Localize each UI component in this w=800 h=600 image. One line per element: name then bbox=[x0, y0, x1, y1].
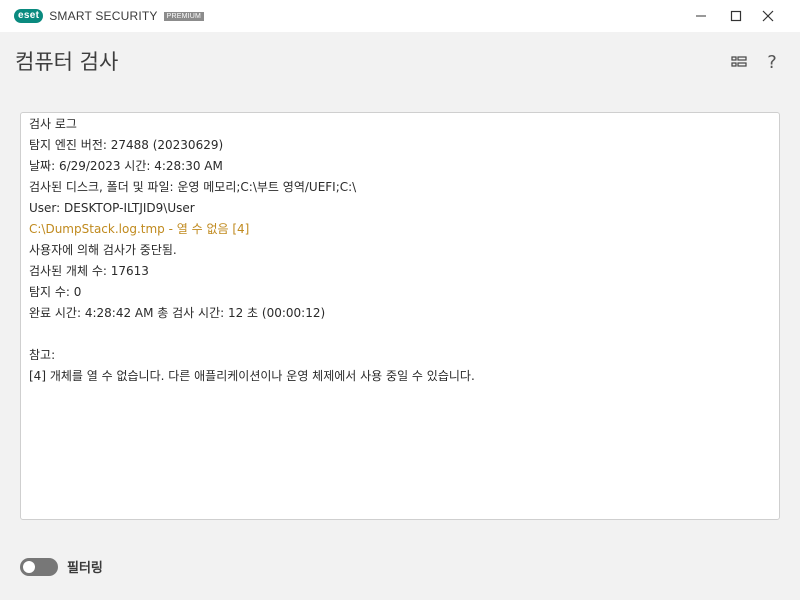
log-line-date-time: 날짜: 6/29/2023 시간: 4:28:30 AM bbox=[29, 159, 223, 173]
log-line-user: User: DESKTOP-ILTJID9\User bbox=[29, 201, 195, 215]
app-window: eset SMART SECURITY PREMIUM 컴퓨터 검사 ? 검사 … bbox=[0, 0, 800, 600]
page-title: 컴퓨터 검사 bbox=[15, 50, 119, 74]
log-line-title: 검사 로그 bbox=[29, 117, 77, 131]
log-line-warning: C:\DumpStack.log.tmp - 열 수 없음 [4] bbox=[29, 222, 250, 236]
toggle-knob bbox=[23, 560, 35, 573]
layout-button[interactable] bbox=[727, 52, 751, 72]
log-line-engine-version: 탐지 엔진 버전: 27488 (20230629) bbox=[29, 138, 224, 152]
layout-icon bbox=[731, 56, 747, 67]
edition-badge: PREMIUM bbox=[163, 11, 205, 21]
log-line-scanned-targets: 검사된 디스크, 폴더 및 파일: 운영 메모리;C:\부트 영역/UEFI;C… bbox=[29, 180, 357, 194]
close-icon bbox=[762, 10, 774, 22]
filter-toggle[interactable] bbox=[20, 557, 58, 576]
minimize-icon bbox=[696, 15, 706, 17]
minimize-button[interactable] bbox=[685, 0, 717, 32]
log-line-notes-heading: 참고: bbox=[29, 348, 56, 362]
log-line-scanned-objects: 검사된 개체 수: 17613 bbox=[29, 264, 149, 278]
product-name: SMART SECURITY bbox=[49, 9, 158, 23]
log-line-note-4: [4] 개체를 열 수 없습니다. 다른 애플리케이션이나 운영 체제에서 사용… bbox=[29, 369, 475, 383]
log-line-detections: 탐지 수: 0 bbox=[29, 285, 82, 299]
maximize-button[interactable] bbox=[720, 0, 752, 32]
filter-label: 필터링 bbox=[67, 561, 103, 576]
log-line-completion: 완료 시간: 4:28:42 AM 총 검사 시간: 12 초 (00:00:1… bbox=[29, 306, 326, 320]
log-line-interrupted: 사용자에 의해 검사가 중단됨. bbox=[29, 243, 177, 257]
maximize-icon bbox=[730, 10, 742, 22]
scan-log-panel[interactable]: 검사 로그 탐지 엔진 버전: 27488 (20230629) 날짜: 6/2… bbox=[20, 112, 780, 520]
eset-logo: eset bbox=[14, 9, 44, 23]
brand: eset SMART SECURITY PREMIUM bbox=[14, 8, 205, 24]
log-line-blank bbox=[29, 324, 779, 345]
title-bar: eset SMART SECURITY PREMIUM bbox=[0, 0, 800, 32]
filter-control: 필터링 bbox=[20, 557, 103, 576]
help-button[interactable]: ? bbox=[760, 52, 784, 73]
scan-log-lines: 검사 로그 탐지 엔진 버전: 27488 (20230629) 날짜: 6/2… bbox=[21, 113, 779, 387]
close-button[interactable] bbox=[752, 0, 784, 32]
